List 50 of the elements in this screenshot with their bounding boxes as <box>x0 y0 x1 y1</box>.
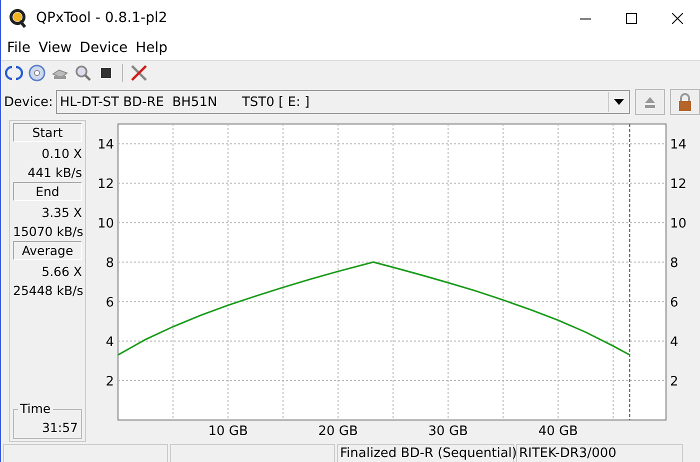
menu-item[interactable]: File <box>3 40 34 56</box>
rate-value: 15070 kB/s <box>13 223 82 241</box>
tick-label: 8 <box>670 256 678 272</box>
tick-label: 8 <box>106 256 114 272</box>
menu-item[interactable]: Device <box>76 40 132 56</box>
dropdown-arrow-icon <box>614 99 624 105</box>
rate-value: 441 kB/s <box>26 164 82 182</box>
time-label: Time <box>18 401 53 416</box>
tick-label: 14 <box>670 138 687 153</box>
stat-heading: Average <box>13 241 82 260</box>
tick-label: 12 <box>97 177 114 192</box>
device-label: Device: <box>4 94 53 110</box>
eject-button[interactable] <box>635 89 665 115</box>
tick-label: 20 GB <box>318 424 358 439</box>
stat-heading: End <box>13 182 82 201</box>
status-text: RITEK-DR3/000 <box>516 444 683 462</box>
speed-value: 0.10 X <box>40 145 82 163</box>
close-icon <box>672 12 682 24</box>
magnifier-icon[interactable] <box>73 63 93 83</box>
tick-label: 2 <box>106 374 114 390</box>
disc-icon[interactable] <box>27 63 47 83</box>
eject-icon <box>644 96 656 108</box>
tick-label: 10 <box>670 216 687 232</box>
padlock-icon <box>678 93 692 111</box>
tick-label: 6 <box>106 296 114 311</box>
tools-icon[interactable] <box>129 63 149 83</box>
maximize-icon <box>626 12 636 24</box>
menu-item[interactable]: Help <box>132 40 172 56</box>
stat-heading: Start <box>13 123 82 142</box>
menu-item[interactable]: View <box>34 40 76 56</box>
tick-label: 30 GB <box>428 424 468 439</box>
lock-button[interactable] <box>670 89 700 115</box>
speed-value: 3.35 X <box>40 204 82 222</box>
tick-label: 2 <box>670 374 678 390</box>
tick-label: 12 <box>670 177 687 192</box>
app-logo-icon <box>9 8 27 28</box>
device-dropdown[interactable]: HL-DT-ST BD-RE BH51N TST0 [ E: ] <box>56 90 630 114</box>
tick-label: 4 <box>106 335 114 350</box>
refresh-icon[interactable] <box>4 63 24 83</box>
speed-value: 5.66 X <box>40 263 82 281</box>
tick-label: 14 <box>97 138 114 153</box>
time-value: 31:57 <box>40 419 78 437</box>
rate-value: 25448 kB/s <box>13 282 82 300</box>
window-title: QPxTool - 0.8.1-pl2 <box>36 10 168 26</box>
tick-label: 6 <box>670 296 678 311</box>
tick-label: 10 <box>97 216 114 232</box>
tick-label: 40 GB <box>538 424 578 439</box>
tick-label: 4 <box>670 335 678 350</box>
tick-label: 10 GB <box>208 424 248 439</box>
status-text: Finalized BD-R (Sequential) <box>337 444 514 462</box>
